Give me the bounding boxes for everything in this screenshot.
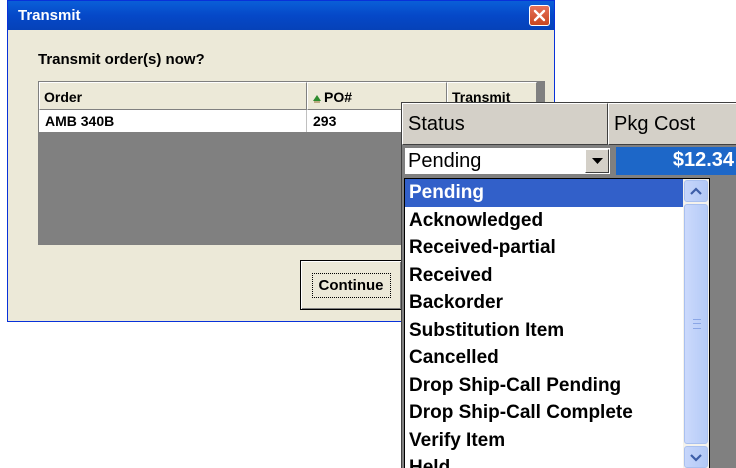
scroll-grip-icon: [693, 319, 701, 329]
status-option-received[interactable]: Received: [405, 262, 709, 290]
scroll-up-button[interactable]: [684, 180, 708, 202]
scroll-down-button[interactable]: [684, 446, 708, 468]
column-header-status-label: Status: [408, 113, 465, 135]
column-header-order-label: Order: [44, 89, 83, 105]
column-header-po-label: PO#: [324, 89, 353, 105]
status-option-substitution-item[interactable]: Substitution Item: [405, 317, 709, 345]
status-select[interactable]: Pending: [404, 147, 611, 175]
scroll-thumb[interactable]: [684, 204, 708, 444]
cell-order[interactable]: AMB 340B: [39, 110, 307, 132]
status-option-received-partial[interactable]: Received-partial: [405, 234, 709, 262]
column-header-order[interactable]: Order: [39, 82, 307, 110]
continue-button-label: Continue: [311, 272, 391, 298]
sort-icon: [313, 95, 321, 103]
status-option-pending[interactable]: Pending: [405, 179, 683, 207]
column-header-pkg-cost[interactable]: Pkg Cost: [608, 103, 736, 145]
status-option-acknowledged[interactable]: Acknowledged: [405, 207, 709, 235]
dropdown-arrow-icon: [592, 158, 603, 164]
status-option-drop-ship-call-pending[interactable]: Drop Ship-Call Pending: [405, 372, 709, 400]
status-option-verify-item[interactable]: Verify Item: [405, 427, 709, 455]
status-panel: Status Pkg Cost Pending $12.34 Pending A…: [401, 102, 736, 468]
options-scrollbar[interactable]: [683, 179, 709, 468]
transmit-prompt: Transmit order(s) now?: [38, 51, 205, 68]
status-select-value: Pending: [408, 150, 482, 172]
status-option-backorder[interactable]: Backorder: [405, 289, 709, 317]
status-dropdown-button[interactable]: [585, 149, 609, 173]
close-icon: [533, 9, 546, 22]
scroll-down-icon: [690, 454, 702, 462]
status-option-held[interactable]: Held: [405, 454, 709, 468]
column-header-status[interactable]: Status: [402, 103, 608, 145]
status-option-drop-ship-call-complete[interactable]: Drop Ship-Call Complete: [405, 399, 709, 427]
status-option-cancelled[interactable]: Cancelled: [405, 344, 709, 372]
column-header-pkg-cost-label: Pkg Cost: [614, 113, 696, 135]
title-bar[interactable]: Transmit: [8, 1, 554, 30]
dialog-title: Transmit: [18, 7, 81, 24]
close-button[interactable]: [529, 5, 550, 26]
status-options-list: Pending Acknowledged Received-partial Re…: [404, 178, 710, 468]
pkg-cost-cell[interactable]: $12.34: [616, 147, 736, 175]
continue-button[interactable]: Continue: [300, 260, 402, 310]
scroll-up-icon: [690, 187, 702, 195]
